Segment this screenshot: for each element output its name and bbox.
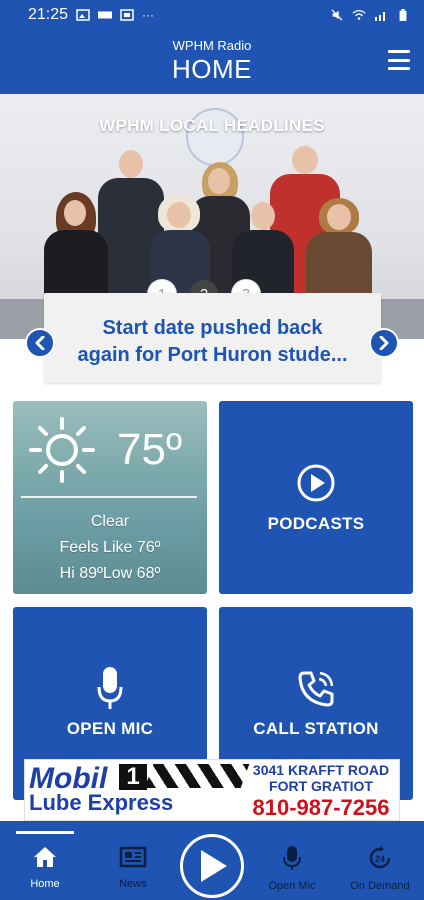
app-header: WPHM Radio HOME <box>0 30 424 94</box>
home-icon <box>34 847 56 867</box>
sms-icon <box>98 11 113 19</box>
play-circle-icon <box>297 464 335 502</box>
status-time: 21:25 <box>28 6 69 23</box>
weather-feels-like: Feels Like 76º <box>59 539 161 556</box>
ad-subtitle: Lube Express <box>29 790 174 815</box>
svg-text:24: 24 <box>375 854 385 864</box>
carousel-next-button[interactable] <box>369 328 399 358</box>
chevron-right-icon <box>379 336 389 350</box>
microphone-icon <box>283 846 301 870</box>
mute-icon <box>331 9 343 21</box>
ad-phone: 810-987-7256 <box>252 795 390 820</box>
phone-call-icon <box>298 671 334 707</box>
sun-icon <box>29 417 95 483</box>
ad-address: 3041 KRAFFT ROAD FORT GRATIOT <box>252 762 390 794</box>
nav-news[interactable]: News <box>93 845 173 890</box>
status-bar: 21:25 ··· <box>0 0 424 30</box>
nav-home[interactable]: Home <box>5 845 85 890</box>
status-more-icon: ··· <box>142 8 155 22</box>
play-icon <box>201 850 227 882</box>
nav-on-demand[interactable]: 24 On Demand <box>340 845 420 892</box>
signal-icon <box>375 12 385 21</box>
hero-heading: WPHM LOCAL HEADLINES <box>99 116 325 135</box>
carousel-prev-button[interactable] <box>25 328 55 358</box>
on-demand-24-icon: 24 <box>369 846 391 869</box>
news-app-icon <box>120 9 134 21</box>
chevron-left-icon <box>35 336 45 350</box>
ad-banner[interactable]: Mobil 1 Lube Express 3041 KRAFFT ROAD FO… <box>24 759 400 821</box>
hamburger-menu-button[interactable] <box>388 50 410 70</box>
weather-tile[interactable]: 75º Clear Feels Like 76º Hi 89ºLow 68º <box>13 401 207 594</box>
bottom-navigation: Home News Open Mic 24 On Demand <box>0 821 424 900</box>
page-title: HOME <box>172 54 252 84</box>
nav-home-label: Home <box>30 878 60 890</box>
headline-text: Start date pushed back again for Port Hu… <box>77 317 348 366</box>
active-tab-indicator <box>16 831 74 834</box>
podcasts-label: PODCASTS <box>267 514 365 533</box>
weather-hi-low: Hi 89ºLow 68º <box>59 565 161 582</box>
weather-condition: Clear <box>90 513 130 530</box>
ad-brand-number: 1 <box>119 764 147 790</box>
divider <box>21 496 197 498</box>
nav-on-demand-label: On Demand <box>350 880 410 892</box>
weather-temperature: 75º <box>117 425 183 474</box>
battery-icon <box>399 9 407 21</box>
checkered-flag-graphic <box>144 764 250 788</box>
nav-open-mic-label: Open Mic <box>268 880 316 892</box>
nav-news-label: News <box>119 878 147 890</box>
headline-card[interactable]: Start date pushed back again for Port Hu… <box>44 293 381 383</box>
open-mic-label: OPEN MIC <box>66 719 154 738</box>
newspaper-icon <box>119 846 147 868</box>
wifi-icon <box>352 9 366 20</box>
podcasts-tile[interactable]: PODCASTS <box>219 401 413 594</box>
station-name: WPHM Radio <box>172 38 252 53</box>
status-notification-icons: ··· <box>76 8 154 22</box>
live-play-button[interactable] <box>180 834 244 898</box>
nav-open-mic[interactable]: Open Mic <box>252 845 332 892</box>
image-icon <box>76 9 90 21</box>
call-station-label: CALL STATION <box>253 719 379 738</box>
microphone-icon <box>97 667 123 709</box>
